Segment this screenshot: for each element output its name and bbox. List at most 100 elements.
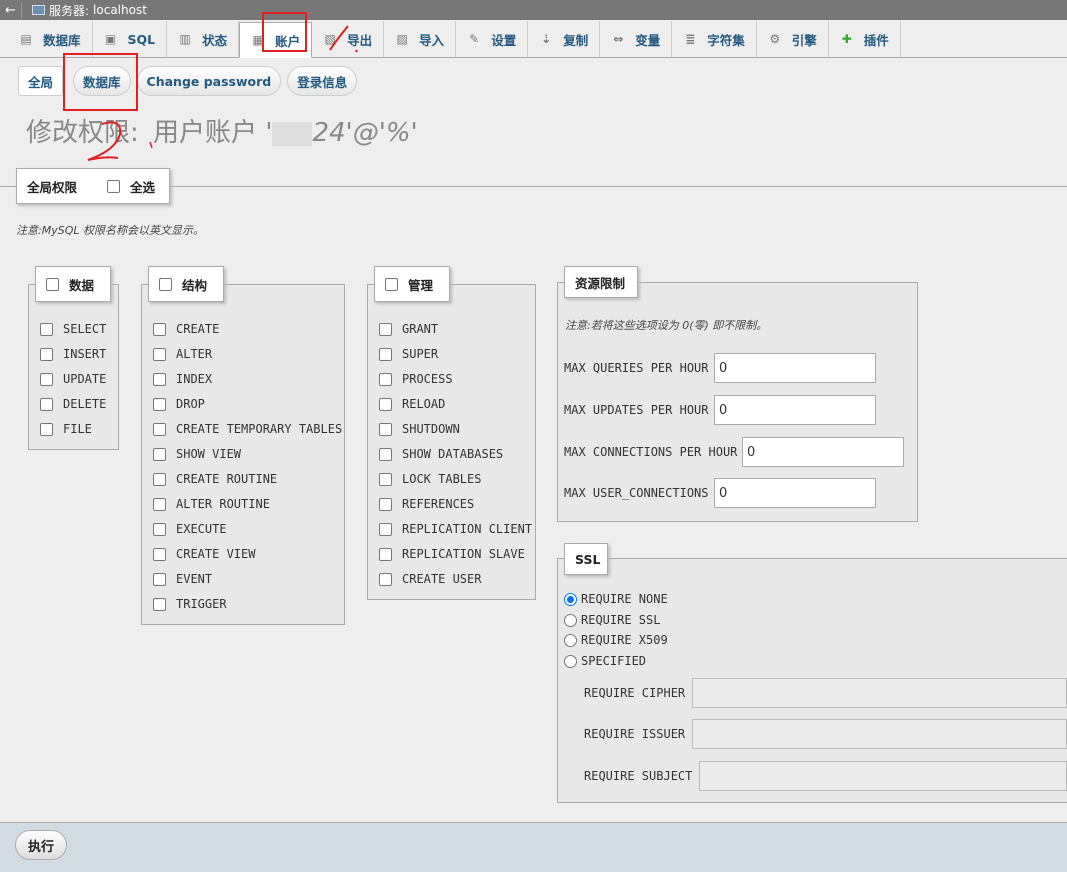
max-connections-input[interactable] bbox=[742, 437, 904, 467]
privilege-checkbox[interactable] bbox=[379, 372, 392, 386]
wrench-icon: ✎ bbox=[469, 32, 480, 46]
privilege-checkbox[interactable] bbox=[40, 422, 53, 436]
back-arrow-icon[interactable]: ← bbox=[0, 2, 22, 18]
privilege-process[interactable]: PROCESS bbox=[379, 372, 453, 386]
ssl-option-none[interactable]: REQUIRE NONE bbox=[564, 592, 668, 606]
privilege-event[interactable]: EVENT bbox=[153, 572, 212, 586]
tab-plugins[interactable]: ✚ 插件 bbox=[829, 21, 901, 57]
require-x509-radio[interactable] bbox=[564, 633, 577, 647]
specified-radio[interactable] bbox=[564, 654, 577, 668]
privilege-execute[interactable]: EXECUTE bbox=[153, 522, 227, 536]
privilege-update[interactable]: UPDATE bbox=[40, 372, 106, 386]
privilege-label: SELECT bbox=[63, 322, 107, 336]
select-all-checkbox[interactable] bbox=[107, 179, 121, 193]
privilege-reload[interactable]: RELOAD bbox=[379, 397, 445, 411]
privilege-label: CREATE VIEW bbox=[176, 547, 256, 561]
tab-engines[interactable]: ⚙ 引擎 bbox=[757, 21, 829, 57]
privilege-checkbox[interactable] bbox=[40, 322, 53, 336]
privilege-checkbox[interactable] bbox=[153, 397, 166, 411]
privilege-create-user[interactable]: CREATE USER bbox=[379, 572, 481, 586]
subtab-global[interactable]: 全局 bbox=[18, 66, 64, 96]
tab-settings[interactable]: ✎ 设置 bbox=[456, 21, 529, 57]
require-subject-input[interactable] bbox=[699, 761, 1067, 791]
privilege-lock-tables[interactable]: LOCK TABLES bbox=[379, 472, 481, 486]
tab-databases[interactable]: ▤ 数据库 bbox=[8, 21, 93, 57]
ssl-option-specified[interactable]: SPECIFIED bbox=[564, 654, 646, 668]
privilege-checkbox[interactable] bbox=[379, 472, 392, 486]
privilege-checkbox[interactable] bbox=[153, 522, 166, 536]
tab-charsets[interactable]: ≣ 字符集 bbox=[672, 21, 757, 57]
privilege-replication-slave[interactable]: REPLICATION SLAVE bbox=[379, 547, 525, 561]
privilege-insert[interactable]: INSERT bbox=[40, 347, 106, 361]
max-user-connections-input[interactable] bbox=[714, 478, 876, 508]
tab-variables[interactable]: ⇔ 变量 bbox=[600, 21, 673, 57]
privilege-file[interactable]: FILE bbox=[40, 422, 92, 436]
privilege-show-databases[interactable]: SHOW DATABASES bbox=[379, 447, 503, 461]
data-group-checkbox[interactable] bbox=[46, 277, 59, 291]
privilege-checkbox[interactable] bbox=[379, 397, 392, 411]
tab-import[interactable]: ▨ 导入 bbox=[384, 21, 457, 57]
server-name-link[interactable]: localhost bbox=[93, 3, 147, 17]
require-cipher-input[interactable] bbox=[692, 678, 1067, 708]
privilege-show-view[interactable]: SHOW VIEW bbox=[153, 447, 241, 461]
privilege-checkbox[interactable] bbox=[153, 447, 166, 461]
tab-replication[interactable]: ⇣ 复制 bbox=[528, 21, 601, 57]
privilege-create-view[interactable]: CREATE VIEW bbox=[153, 547, 255, 561]
privilege-alter-routine[interactable]: ALTER ROUTINE bbox=[153, 497, 270, 511]
privilege-checkbox[interactable] bbox=[153, 472, 166, 486]
max-queries-input[interactable] bbox=[714, 353, 876, 383]
privilege-checkbox[interactable] bbox=[40, 347, 53, 361]
admin-group-checkbox[interactable] bbox=[385, 277, 398, 291]
privilege-create[interactable]: CREATE bbox=[153, 322, 219, 336]
privilege-super[interactable]: SUPER bbox=[379, 347, 438, 361]
privilege-alter[interactable]: ALTER bbox=[153, 347, 212, 361]
privilege-checkbox[interactable] bbox=[379, 347, 392, 361]
ssl-option-ssl[interactable]: REQUIRE SSL bbox=[564, 613, 660, 627]
require-ssl-radio[interactable] bbox=[564, 613, 577, 627]
privilege-checkbox[interactable] bbox=[153, 422, 166, 436]
privilege-checkbox[interactable] bbox=[379, 522, 392, 536]
variables-icon: ⇔ bbox=[613, 32, 624, 46]
page-title: 修改权限: 用户账户 ' 24'@'%' bbox=[26, 118, 418, 148]
tab-status[interactable]: ▥ 状态 bbox=[167, 21, 240, 57]
tab-sql[interactable]: ▣ SQL bbox=[93, 21, 168, 57]
privilege-create-routine[interactable]: CREATE ROUTINE bbox=[153, 472, 277, 486]
privilege-references[interactable]: REFERENCES bbox=[379, 497, 474, 511]
privilege-grant[interactable]: GRANT bbox=[379, 322, 438, 336]
privilege-checkbox[interactable] bbox=[153, 572, 166, 586]
subtab-change-password[interactable]: Change password bbox=[136, 66, 282, 96]
privilege-checkbox[interactable] bbox=[379, 497, 392, 511]
privilege-checkbox[interactable] bbox=[379, 322, 392, 336]
privilege-checkbox[interactable] bbox=[379, 447, 392, 461]
privilege-replication-client[interactable]: REPLICATION CLIENT bbox=[379, 522, 532, 536]
privilege-checkbox[interactable] bbox=[379, 422, 392, 436]
subtab-login-info[interactable]: 登录信息 bbox=[287, 66, 358, 96]
privilege-checkbox[interactable] bbox=[40, 372, 53, 386]
privilege-drop[interactable]: DROP bbox=[153, 397, 205, 411]
privilege-checkbox[interactable] bbox=[153, 322, 166, 336]
structure-group-checkbox[interactable] bbox=[159, 277, 172, 291]
privilege-checkbox[interactable] bbox=[153, 497, 166, 511]
privilege-checkbox[interactable] bbox=[379, 547, 392, 561]
form-footer: 执行 bbox=[0, 822, 1067, 872]
privilege-select[interactable]: SELECT bbox=[40, 322, 106, 336]
require-none-radio[interactable] bbox=[564, 592, 577, 606]
privilege-delete[interactable]: DELETE bbox=[40, 397, 106, 411]
require-issuer-input[interactable] bbox=[692, 719, 1067, 749]
privilege-index[interactable]: INDEX bbox=[153, 372, 212, 386]
go-button[interactable]: 执行 bbox=[15, 830, 68, 860]
tab-export[interactable]: ▧ 导出 bbox=[312, 21, 385, 57]
privilege-create-temporary-tables[interactable]: CREATE TEMPORARY TABLES bbox=[153, 422, 342, 436]
privilege-label: GRANT bbox=[402, 322, 439, 336]
privilege-checkbox[interactable] bbox=[40, 397, 53, 411]
privilege-checkbox[interactable] bbox=[153, 347, 166, 361]
privilege-checkbox[interactable] bbox=[379, 572, 392, 586]
max-updates-input[interactable] bbox=[714, 395, 876, 425]
privilege-checkbox[interactable] bbox=[153, 597, 166, 611]
privilege-trigger[interactable]: TRIGGER bbox=[153, 597, 227, 611]
ssl-option-x509[interactable]: REQUIRE X509 bbox=[564, 633, 668, 647]
privilege-shutdown[interactable]: SHUTDOWN bbox=[379, 422, 460, 436]
privilege-checkbox[interactable] bbox=[153, 372, 166, 386]
privilege-checkbox[interactable] bbox=[153, 547, 166, 561]
privilege-label: UPDATE bbox=[63, 372, 107, 386]
